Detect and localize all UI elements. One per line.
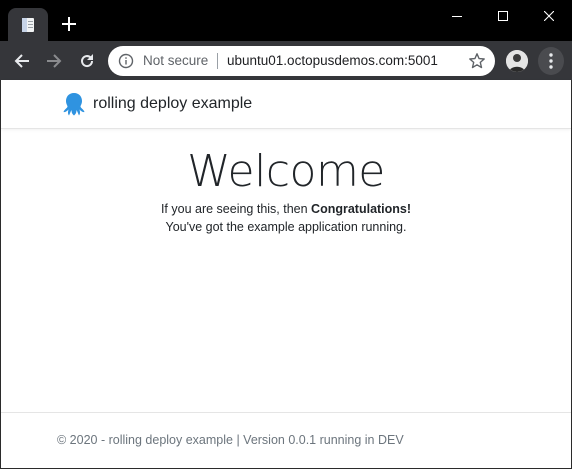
more-vert-icon — [549, 53, 553, 69]
success-message-line1: If you are seeing this, then Congratulat… — [1, 202, 571, 216]
profile-photo-icon — [506, 50, 528, 72]
back-arrow-icon — [14, 54, 29, 68]
window-border-left — [0, 80, 1, 469]
info-icon[interactable] — [118, 53, 134, 69]
url-text[interactable]: ubuntu01.octopusdemos.com:5001 — [227, 53, 438, 69]
congratulations-text: Congratulations! — [311, 202, 412, 216]
footer-text: © 2020 - rolling deploy example | Versio… — [57, 433, 404, 447]
minimize-button[interactable] — [434, 0, 480, 32]
brand-name[interactable]: rolling deploy example — [93, 95, 252, 113]
navbar-brand[interactable]: rolling deploy example — [61, 91, 252, 117]
octopus-icon — [63, 93, 85, 116]
page-icon — [22, 17, 34, 32]
browser-window: Not secure ubuntu01.octopusdemos.com:500… — [0, 0, 572, 469]
not-secure-label[interactable]: Not secure — [143, 53, 208, 69]
reload-button[interactable] — [73, 47, 101, 75]
address-divider — [217, 53, 218, 69]
menu-button[interactable] — [538, 47, 564, 75]
forward-arrow-icon — [47, 54, 62, 68]
site-navbar: rolling deploy example — [1, 80, 571, 129]
page-viewport: rolling deploy example Welcome If you ar… — [1, 80, 571, 468]
address-bar[interactable]: Not secure ubuntu01.octopusdemos.com:500… — [108, 46, 495, 76]
tab-strip — [0, 0, 572, 41]
close-icon — [544, 11, 554, 21]
new-tab-button[interactable] — [58, 13, 80, 35]
maximize-button[interactable] — [480, 0, 526, 32]
success-message-line2: You've got the example application runni… — [165, 220, 407, 234]
reload-icon — [81, 54, 94, 68]
site-footer: © 2020 - rolling deploy example | Versio… — [1, 412, 571, 468]
browser-toolbar: Not secure ubuntu01.octopusdemos.com:500… — [0, 41, 572, 80]
profile-avatar[interactable] — [506, 50, 528, 72]
forward-button[interactable] — [40, 47, 68, 75]
minimize-icon — [452, 16, 462, 17]
browser-tab[interactable] — [8, 8, 48, 41]
maximize-icon — [498, 11, 508, 21]
bookmark-star-icon[interactable] — [468, 52, 486, 70]
message-prefix: If you are seeing this, then — [160, 202, 312, 216]
close-button[interactable] — [526, 0, 572, 32]
back-button[interactable] — [8, 47, 36, 75]
plus-icon — [62, 17, 76, 31]
page-title: Welcome — [1, 146, 571, 198]
page-title-text: Welcome — [187, 146, 385, 197]
